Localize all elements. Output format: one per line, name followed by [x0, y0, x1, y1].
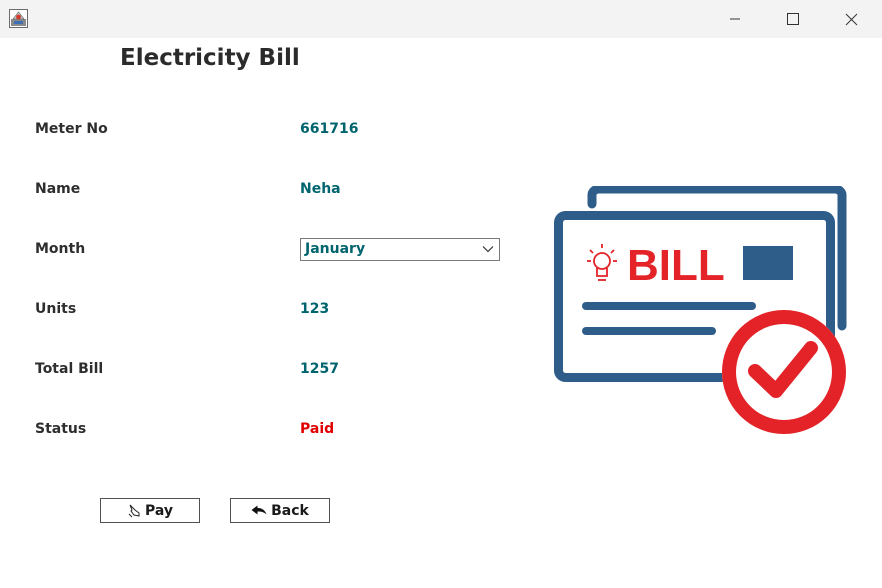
- total-bill-value: 1257: [300, 361, 339, 377]
- total-bill-label: Total Bill: [35, 361, 104, 377]
- month-dropdown[interactable]: January: [300, 238, 500, 261]
- close-button[interactable]: [822, 0, 880, 38]
- paid-bill-illustration: BILL: [554, 186, 847, 434]
- meter-no-label: Meter No: [35, 121, 108, 137]
- meter-no-value: 661716: [300, 121, 359, 137]
- pay-button[interactable]: Pay: [100, 498, 200, 523]
- pay-button-label: Pay: [144, 502, 174, 519]
- minimize-button[interactable]: [706, 0, 764, 38]
- month-selected-value: January: [305, 241, 366, 257]
- month-label: Month: [35, 241, 86, 257]
- status-value: Paid: [300, 421, 335, 437]
- maximize-icon: [787, 13, 799, 25]
- name-value: Neha: [300, 181, 341, 197]
- bill-graphic-text: BILL: [627, 241, 725, 290]
- window-titlebar[interactable]: [0, 0, 882, 38]
- units-label: Units: [35, 301, 77, 317]
- back-arrow-icon: [251, 505, 267, 514]
- maximize-button[interactable]: [764, 0, 822, 38]
- units-value: 123: [300, 301, 330, 317]
- java-app-icon: [9, 9, 28, 28]
- page-title: Electricity Bill: [120, 45, 300, 71]
- hand-pointer-icon: [128, 504, 140, 517]
- close-icon: [845, 13, 857, 25]
- back-button-label: Back: [271, 502, 309, 519]
- status-label: Status: [35, 421, 87, 437]
- minimize-icon: [730, 18, 740, 20]
- back-button[interactable]: Back: [230, 498, 330, 523]
- name-label: Name: [35, 181, 81, 197]
- chevron-down-icon: [482, 246, 494, 253]
